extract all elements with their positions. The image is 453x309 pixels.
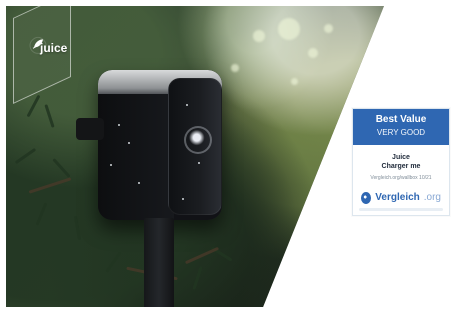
mount-post (144, 218, 174, 307)
award-date: Vergleich.org/wallbox 10/21 (370, 175, 432, 181)
mount-bracket (76, 118, 104, 140)
bokeh-light (308, 48, 318, 58)
award-product-line-2: Charger me (381, 163, 421, 170)
pine-needle (44, 104, 55, 128)
site-name: Vergleich (375, 192, 420, 203)
bokeh-light (231, 64, 239, 72)
water-droplet (198, 162, 200, 164)
site-tld: .org (423, 192, 441, 203)
pine-needle (192, 266, 203, 290)
pine-needle (52, 158, 71, 178)
forest-photo: juice (6, 6, 384, 307)
water-droplet (128, 142, 130, 144)
brand-frame: juice (13, 6, 71, 105)
water-droplet (182, 198, 184, 200)
wallbox-charger (98, 70, 222, 220)
award-footer-bar (359, 208, 443, 211)
pine-needle (14, 147, 37, 165)
charger-side-panel (98, 94, 174, 220)
charger-logo-icon (184, 126, 212, 154)
brand-name: juice (40, 41, 68, 56)
award-rating: VERY GOOD (376, 128, 426, 137)
bokeh-light (291, 78, 298, 85)
water-droplet (110, 164, 112, 166)
pine-needle (35, 202, 48, 226)
water-droplet (118, 124, 120, 126)
pine-branch (28, 177, 72, 194)
bokeh-light (253, 30, 265, 42)
check-circle-icon (361, 192, 372, 204)
water-droplet (186, 104, 188, 106)
award-body: Juice Charger me Vergleich.org/wallbox 1… (353, 145, 449, 181)
pine-needle (73, 215, 82, 241)
advertisement-image: juice Best Value VERY GOOD Juice Charger… (0, 0, 453, 309)
charger-brand-mark (186, 188, 222, 196)
water-droplet (138, 182, 140, 184)
pine-branch (184, 246, 220, 265)
award-badge: Best Value VERY GOOD Juice Charger me Ve… (352, 108, 450, 216)
award-product-line-1: Juice (392, 154, 410, 161)
bokeh-light (324, 24, 333, 33)
comparison-site-logo: Vergleich .org (361, 190, 441, 206)
award-title: Best Value (375, 114, 427, 125)
award-header: Best Value VERY GOOD (353, 109, 449, 145)
bokeh-light (278, 18, 300, 40)
pine-needle (26, 94, 41, 118)
pine-needle (105, 251, 122, 273)
